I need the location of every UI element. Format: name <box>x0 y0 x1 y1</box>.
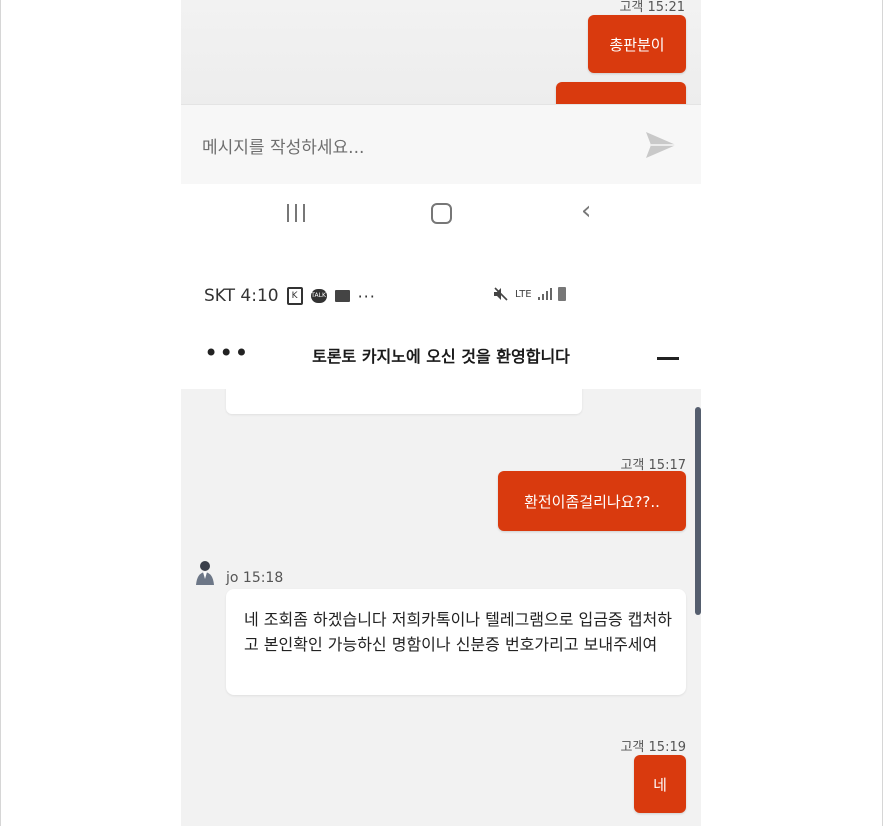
chat-screen: SKT 4:10 K TALK ··· LTE ••• 토론토 카지노에 오신 … <box>181 242 701 826</box>
chat-area-top: 고객 15:21 총판분이 <box>181 0 701 104</box>
scrollbar[interactable] <box>695 407 701 615</box>
chat-header: ••• 토론토 카지노에 오신 것을 환영합니다 <box>181 334 701 389</box>
signal-icon <box>537 288 552 300</box>
send-icon[interactable] <box>645 131 677 159</box>
phone-screen: 고객 15:21 총판분이 메시지를 작성하세요... ‹ SKT 4:10 K… <box>181 0 701 826</box>
home-icon[interactable] <box>431 203 452 224</box>
outgoing-message: 총판분이 <box>588 15 686 73</box>
message-composer[interactable]: 메시지를 작성하세요... <box>181 104 701 185</box>
lte-indicator: LTE <box>515 288 532 300</box>
talk-icon: TALK <box>310 289 327 303</box>
message-timestamp: 고객 15:21 <box>619 0 685 15</box>
incoming-message-text: 네 조회좀 하겠습니다 저희카톡이나 텔레그램으로 입금증 캡처하고 본인확인 … <box>244 610 672 654</box>
more-notifications-icon: ··· <box>357 286 376 306</box>
agent-name-time: jo 15:18 <box>226 570 284 586</box>
mute-icon <box>494 287 508 301</box>
status-left: SKT 4:10 K TALK ··· <box>204 286 376 306</box>
screen-share-icon: K <box>286 287 303 305</box>
message-input[interactable]: 메시지를 작성하세요... <box>202 133 364 158</box>
incoming-message: 네 조회좀 하겠습니다 저희카톡이나 텔레그램으로 입금증 캡처하고 본인확인 … <box>226 589 686 695</box>
battery-icon <box>557 287 566 301</box>
status-right: LTE <box>493 287 566 301</box>
back-icon[interactable]: ‹ <box>581 198 591 224</box>
status-bar: SKT 4:10 K TALK ··· LTE <box>181 242 701 334</box>
recents-icon[interactable] <box>287 204 305 222</box>
incoming-message-partial <box>226 389 582 414</box>
outgoing-message: 환전이좀걸리나요??.. <box>498 471 686 531</box>
message-list: 고객 15:17 환전이좀걸리나요??.. jo 15:18 네 조회좀 하겠습… <box>181 389 701 826</box>
minimize-icon[interactable] <box>657 357 679 360</box>
android-nav-bar: ‹ <box>181 184 701 242</box>
chat-title: 토론토 카지노에 오신 것을 환영합니다 <box>312 347 570 366</box>
agent-avatar-icon <box>196 561 214 585</box>
frame-border-left <box>0 0 1 826</box>
message-timestamp: 고객 15:19 <box>620 740 686 755</box>
outgoing-message: 네 <box>634 755 686 813</box>
carrier-time: SKT 4:10 <box>204 286 279 306</box>
outgoing-message-partial <box>556 82 686 104</box>
image-icon <box>334 290 350 302</box>
